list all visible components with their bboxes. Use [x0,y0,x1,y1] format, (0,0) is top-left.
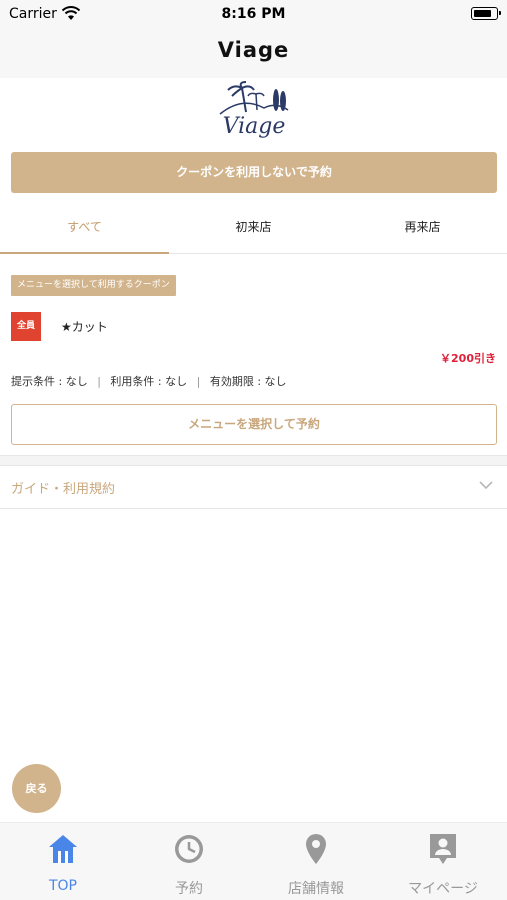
guide-terms-row[interactable]: ガイド・利用規約 [0,466,507,509]
coupon-name: ★カット [61,320,108,334]
condition-separator: | [196,375,201,388]
tabbar-item-reserve[interactable]: 予約 [126,823,252,900]
navigation-bar: Viage [0,28,507,78]
location-pin-icon [306,834,326,864]
use-condition: 利用条件 : なし [110,375,188,388]
tab-all[interactable]: すべて [0,203,169,254]
section-divider [0,455,507,466]
reserve-without-coupon-button[interactable]: クーポンを利用しないで予約 [11,152,497,193]
coupon-filter-tabs: すべて 初来店 再来店 [0,203,507,254]
bottom-tab-bar: TOP 予約 店舗情報 マイページ [0,822,507,900]
chevron-down-icon [479,481,493,490]
status-bar: Carrier 8:16 PM [0,0,507,28]
status-time: 8:16 PM [221,6,286,22]
tabbar-label: マイページ [408,881,478,897]
coupon-type-tag: メニューを選択して利用するクーポン [11,275,176,296]
back-button[interactable]: 戻る [12,764,61,813]
profile-card-icon [430,834,456,864]
page-title: Viage [217,38,290,62]
shop-logo: Viage [212,80,296,142]
tabbar-label: 予約 [175,881,203,897]
tabbar-item-mypage[interactable]: マイページ [380,823,506,900]
guide-terms-label: ガイド・利用規約 [11,482,116,497]
present-condition: 提示条件 : なし [11,375,88,388]
condition-separator: | [97,375,101,388]
logo-text: Viage [222,114,286,139]
clock-icon [175,835,203,863]
coupon-conditions: 提示条件 : なし | 利用条件 : なし | 有効期限 : なし [11,373,287,389]
discount-label: ￥200引き [440,352,496,365]
tabbar-label: TOP [48,878,77,894]
tabbar-label: 店舗情報 [288,881,344,897]
home-icon [49,835,77,863]
select-menu-reserve-button[interactable]: メニューを選択して予約 [11,404,497,445]
tabbar-item-top[interactable]: TOP [0,823,126,900]
tab-first-visit[interactable]: 初来店 [169,203,338,254]
target-badge: 全員 [11,312,41,341]
tabbar-item-store-info[interactable]: 店舗情報 [253,823,379,900]
tab-repeat-visit[interactable]: 再来店 [338,203,507,254]
battery-icon [471,7,501,20]
expiry-condition: 有効期限 : なし [209,375,287,388]
